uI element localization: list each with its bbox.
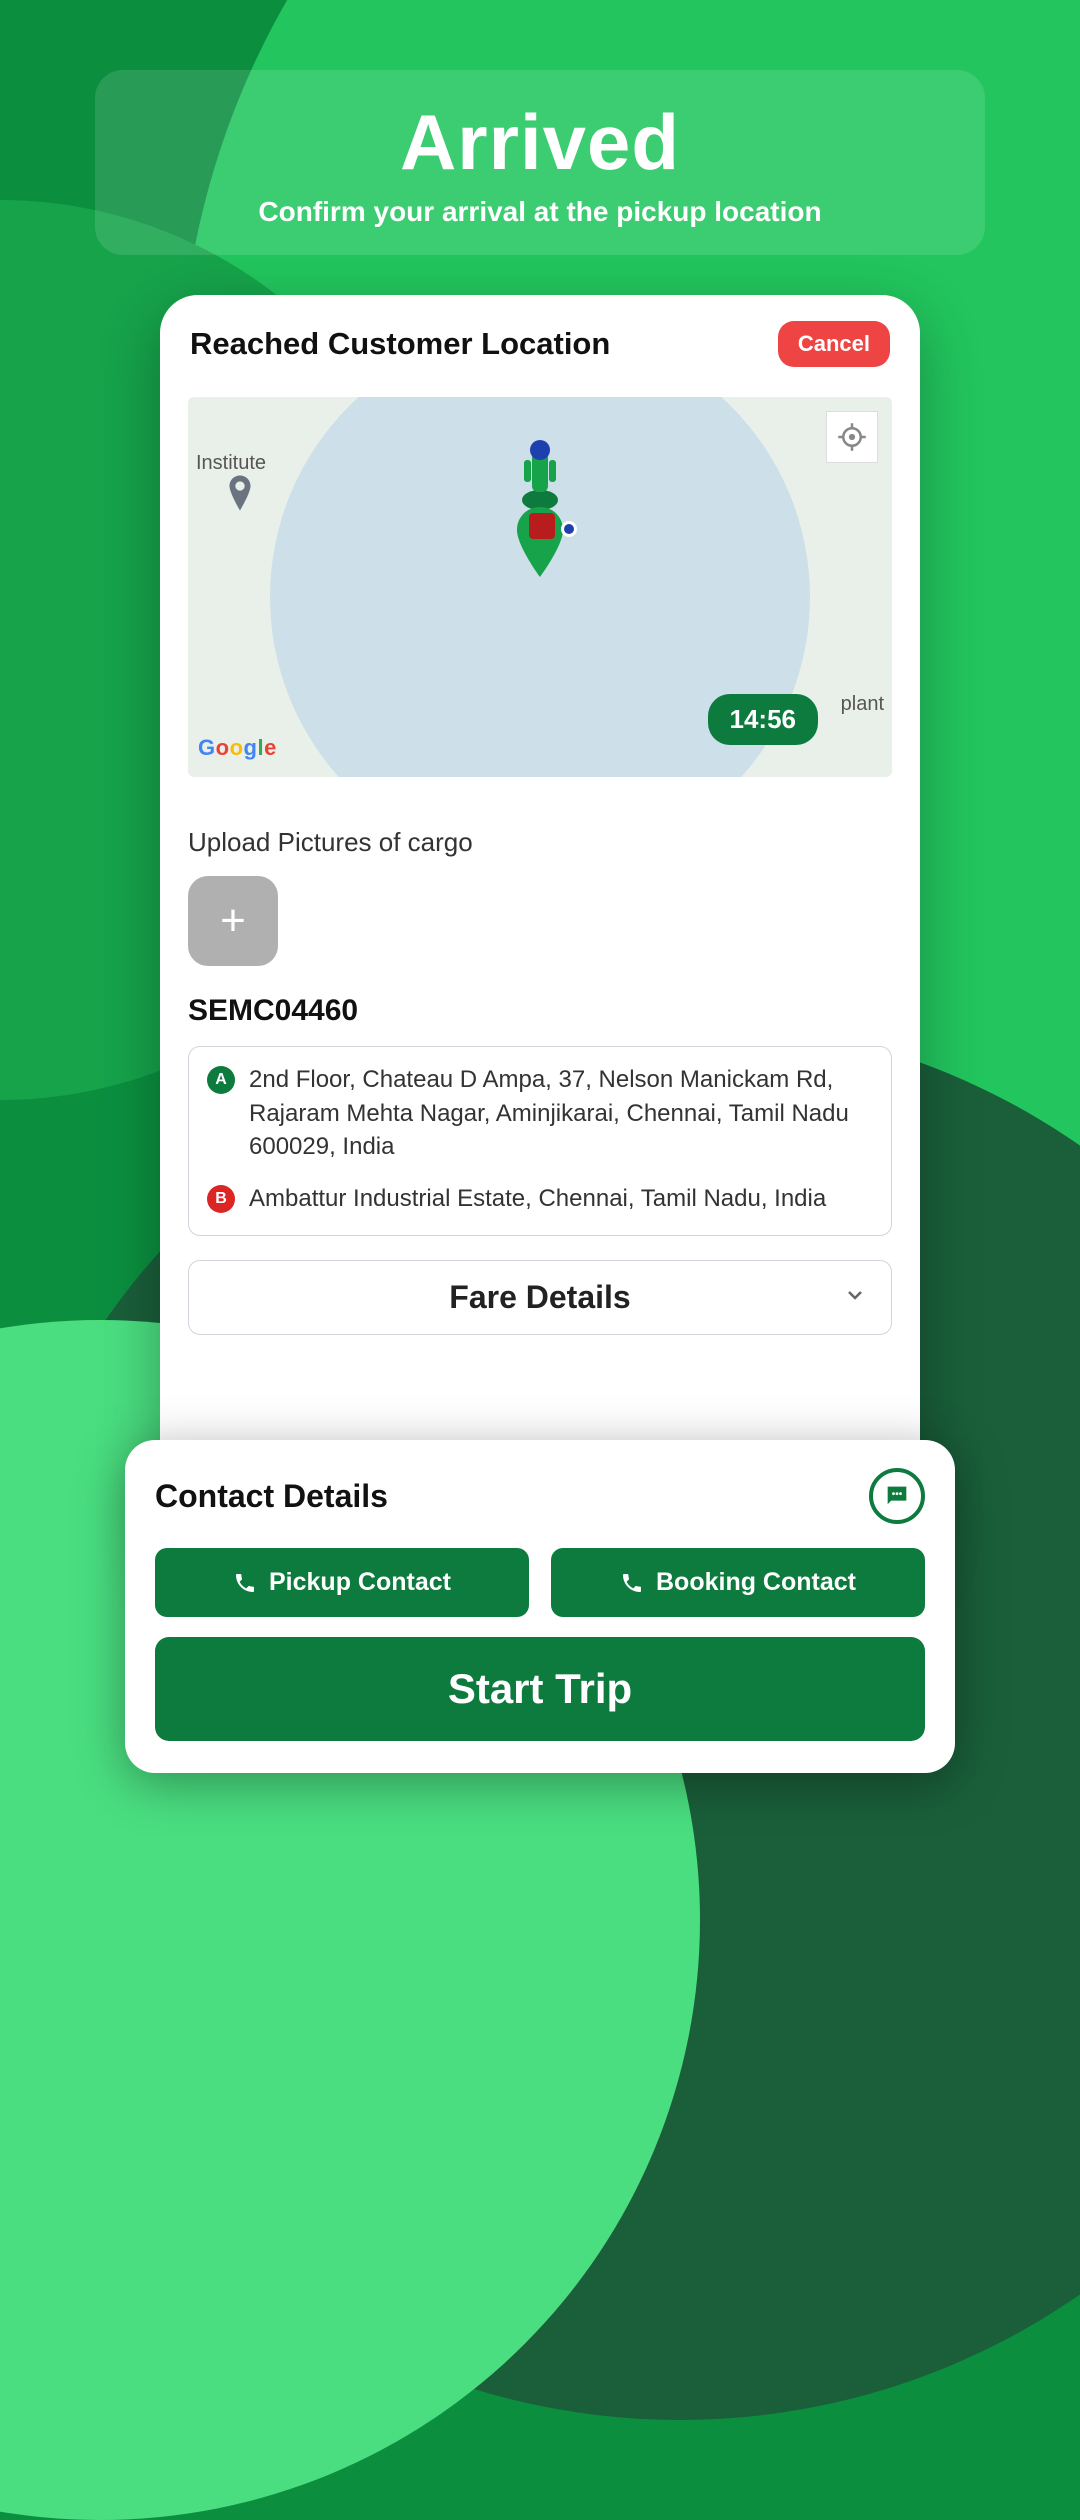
start-trip-button[interactable]: Start Trip xyxy=(155,1637,925,1741)
upload-label: Upload Pictures of cargo xyxy=(188,827,892,858)
drop-address-row: B Ambattur Industrial Estate, Chennai, T… xyxy=(207,1182,873,1216)
crosshair-icon xyxy=(837,422,867,452)
address-card: A 2nd Floor, Chateau D Ampa, 37, Nelson … xyxy=(188,1046,892,1236)
timer-badge: 14:56 xyxy=(708,694,819,745)
pickup-address-row: A 2nd Floor, Chateau D Ampa, 37, Nelson … xyxy=(207,1063,873,1164)
chat-icon xyxy=(883,1482,911,1510)
order-id: SEMC04460 xyxy=(188,994,892,1028)
plus-icon: + xyxy=(220,896,246,946)
fare-details-toggle[interactable]: Fare Details xyxy=(188,1260,892,1335)
banner-subtitle: Confirm your arrival at the pickup locat… xyxy=(258,196,821,228)
upload-section: Upload Pictures of cargo + xyxy=(188,827,892,966)
map-marker-icon xyxy=(529,513,555,539)
map-poi-label: plant xyxy=(841,693,884,715)
banner-title: Arrived xyxy=(400,97,680,188)
pickup-contact-button[interactable]: Pickup Contact xyxy=(155,1548,529,1617)
phone-icon xyxy=(233,1571,257,1595)
point-a-badge: A xyxy=(207,1066,235,1094)
upload-photo-button[interactable]: + xyxy=(188,876,278,966)
map-poi-label: Institute xyxy=(196,452,266,475)
current-location-dot-icon xyxy=(561,521,577,537)
pickup-address: 2nd Floor, Chateau D Ampa, 37, Nelson Ma… xyxy=(249,1063,873,1164)
header-banner: Arrived Confirm your arrival at the pick… xyxy=(95,70,985,255)
card-title: Reached Customer Location xyxy=(190,326,610,362)
booking-contact-label: Booking Contact xyxy=(656,1568,856,1597)
map[interactable]: Institute 14:56 plant Google xyxy=(188,397,892,777)
chevron-down-icon xyxy=(843,1283,867,1312)
recenter-button[interactable] xyxy=(826,411,878,463)
drop-address: Ambattur Industrial Estate, Chennai, Tam… xyxy=(249,1182,826,1216)
booking-contact-button[interactable]: Booking Contact xyxy=(551,1548,925,1617)
contact-header: Contact Details xyxy=(155,1468,925,1524)
trip-card: Reached Customer Location Cancel Institu… xyxy=(160,295,920,1565)
chat-button[interactable] xyxy=(869,1468,925,1524)
cancel-button[interactable]: Cancel xyxy=(778,321,890,367)
map-pin-icon xyxy=(226,475,254,516)
contact-panel: Contact Details Pickup Contact Booking C… xyxy=(125,1440,955,1773)
contact-buttons-row: Pickup Contact Booking Contact xyxy=(155,1548,925,1617)
point-b-badge: B xyxy=(207,1185,235,1213)
google-logo: Google xyxy=(198,735,277,761)
contact-title: Contact Details xyxy=(155,1478,388,1515)
fare-details-label: Fare Details xyxy=(449,1279,630,1316)
pickup-contact-label: Pickup Contact xyxy=(269,1568,451,1597)
card-header: Reached Customer Location Cancel xyxy=(188,317,892,379)
phone-icon xyxy=(620,1571,644,1595)
